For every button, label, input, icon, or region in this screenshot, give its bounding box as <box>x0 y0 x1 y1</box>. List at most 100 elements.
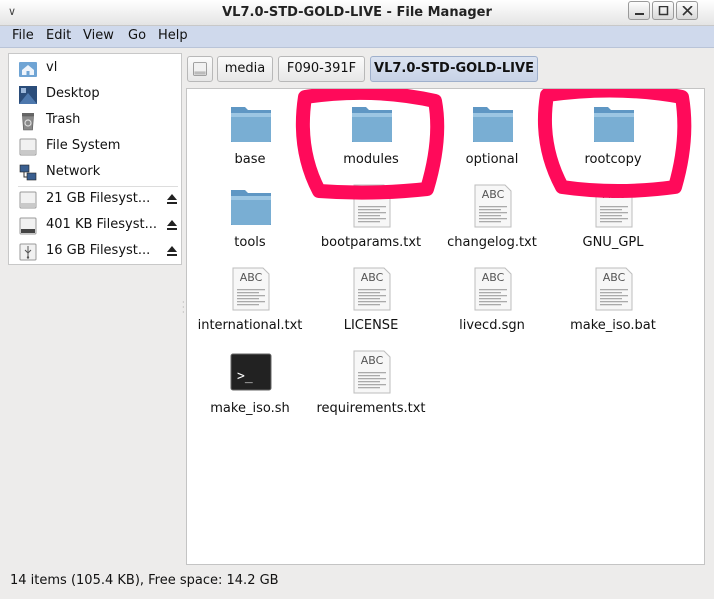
sidebar-item-home[interactable]: vl <box>9 55 181 81</box>
file-name: base <box>234 152 266 167</box>
svg-text:>_: >_ <box>237 369 253 384</box>
sidebar-item-network[interactable]: Network <box>9 159 181 185</box>
path-crumb-current[interactable]: VL7.0-STD-GOLD-LIVE <box>370 56 538 82</box>
file-item[interactable]: >_ make_iso.sh <box>195 350 305 430</box>
path-crumb-f090-391f[interactable]: F090-391F <box>278 56 365 82</box>
sidebar-item-volume-16gb[interactable]: 16 GB Filesyst... <box>9 238 181 264</box>
svg-text:ABC: ABC <box>361 271 384 284</box>
svg-text:ABC: ABC <box>603 188 626 201</box>
sidebar-item-label: 16 GB Filesyst... <box>46 243 151 258</box>
menu-edit[interactable]: Edit <box>46 28 71 43</box>
file-item[interactable]: ABC LICENSE <box>316 267 426 347</box>
sidebar-item-label: File System <box>46 138 121 153</box>
minimize-button[interactable] <box>628 1 650 20</box>
file-item[interactable]: ABC make_iso.bat <box>558 267 668 347</box>
status-text: 14 items (105.4 KB), Free space: 14.2 GB <box>10 573 279 588</box>
sidebar-item-desktop[interactable]: Desktop <box>9 81 181 107</box>
network-icon <box>19 164 37 181</box>
minimize-icon <box>635 13 644 15</box>
window-title: VL7.0-STD-GOLD-LIVE - File Manager <box>222 5 492 20</box>
eject-icon[interactable] <box>167 245 177 257</box>
file-name: international.txt <box>197 318 303 333</box>
menu-view[interactable]: View <box>83 28 114 43</box>
folder-icon <box>231 107 271 142</box>
svg-text:ABC: ABC <box>361 354 384 367</box>
file-name: GNU_GPL <box>582 235 644 250</box>
file-item[interactable]: ABC livecd.sgn <box>437 267 547 347</box>
file-item[interactable]: ABC GNU_GPL <box>558 184 668 264</box>
text-file-icon: ABC <box>353 184 391 228</box>
usb-drive-icon <box>19 243 37 261</box>
text-file-icon: ABC <box>232 267 270 311</box>
file-name: livecd.sgn <box>459 318 525 333</box>
text-file-icon: ABC <box>474 267 512 311</box>
folder-icon <box>231 190 271 225</box>
file-name: optional <box>465 152 519 167</box>
sidebar-item-volume-21gb[interactable]: 21 GB Filesyst... <box>9 186 181 212</box>
file-name: rootcopy <box>584 152 642 167</box>
file-view[interactable]: base modules optional rootcopy tools ABC bootp… <box>186 88 705 565</box>
folder-icon <box>594 107 634 142</box>
folder-icon <box>352 107 392 142</box>
file-item[interactable]: optional <box>437 101 547 181</box>
sidebar: vl Desktop Trash File System Network 21 … <box>8 53 182 265</box>
file-item[interactable]: base <box>195 101 305 181</box>
close-icon <box>682 6 693 16</box>
file-name: LICENSE <box>343 318 399 333</box>
text-file-icon: ABC <box>353 267 391 311</box>
file-item[interactable]: ABC requirements.txt <box>316 350 426 430</box>
sidebar-item-label: Trash <box>46 112 81 127</box>
svg-text:ABC: ABC <box>603 271 626 284</box>
file-name: tools <box>234 235 266 250</box>
file-name: make_iso.sh <box>210 401 290 416</box>
eject-icon[interactable] <box>167 193 177 205</box>
sidebar-item-label: vl <box>46 60 58 75</box>
svg-text:ABC: ABC <box>240 271 263 284</box>
file-item[interactable]: modules <box>316 101 426 181</box>
sidebar-item-file-system[interactable]: File System <box>9 133 181 159</box>
drive-icon <box>19 138 37 156</box>
file-name: requirements.txt <box>316 401 426 416</box>
svg-text:ABC: ABC <box>361 188 384 201</box>
svg-text:ABC: ABC <box>482 188 505 201</box>
file-name: make_iso.bat <box>570 318 656 333</box>
file-item[interactable]: ABC changelog.txt <box>437 184 547 264</box>
path-crumb-media[interactable]: media <box>217 56 273 82</box>
file-item[interactable]: rootcopy <box>558 101 668 181</box>
menu-go[interactable]: Go <box>128 28 146 43</box>
text-file-icon: ABC <box>595 267 633 311</box>
menu-help[interactable]: Help <box>158 28 188 43</box>
file-name: bootparams.txt <box>320 235 422 250</box>
svg-text:ABC: ABC <box>482 271 505 284</box>
drive-icon <box>193 62 207 76</box>
file-item[interactable]: ABC international.txt <box>195 267 305 347</box>
home-folder-icon <box>19 62 37 77</box>
sidebar-item-volume-401kb[interactable]: 401 KB Filesyst... <box>9 212 181 238</box>
file-name: changelog.txt <box>447 235 537 250</box>
folder-icon <box>473 107 513 142</box>
sidebar-item-label: Desktop <box>46 86 100 101</box>
file-name: modules <box>343 152 399 167</box>
text-file-icon: ABC <box>353 350 391 394</box>
terminal-icon: >_ <box>230 353 272 391</box>
desktop-icon <box>19 86 37 104</box>
maximize-icon <box>658 6 669 16</box>
close-button[interactable] <box>676 1 698 20</box>
menu-bar: File Edit View Go Help <box>0 26 714 48</box>
text-file-icon: ABC <box>595 184 633 228</box>
trash-icon <box>22 113 34 131</box>
eject-icon[interactable] <box>167 219 177 231</box>
menu-file[interactable]: File <box>12 28 34 43</box>
sidebar-item-label: 401 KB Filesyst... <box>46 217 158 232</box>
file-item[interactable]: ABC bootparams.txt <box>316 184 426 264</box>
sidebar-item-label: Network <box>46 164 101 179</box>
file-item[interactable]: tools <box>195 184 305 264</box>
title-bar: ∨ VL7.0-STD-GOLD-LIVE - File Manager <box>0 0 714 26</box>
sidebar-item-label: 21 GB Filesyst... <box>46 191 151 206</box>
maximize-button[interactable] <box>652 1 674 20</box>
path-crumb-root[interactable] <box>187 56 213 82</box>
drive-icon <box>19 191 37 209</box>
sidebar-item-trash[interactable]: Trash <box>9 107 181 133</box>
status-bar: 14 items (105.4 KB), Free space: 14.2 GB <box>0 569 714 599</box>
text-file-icon: ABC <box>474 184 512 228</box>
